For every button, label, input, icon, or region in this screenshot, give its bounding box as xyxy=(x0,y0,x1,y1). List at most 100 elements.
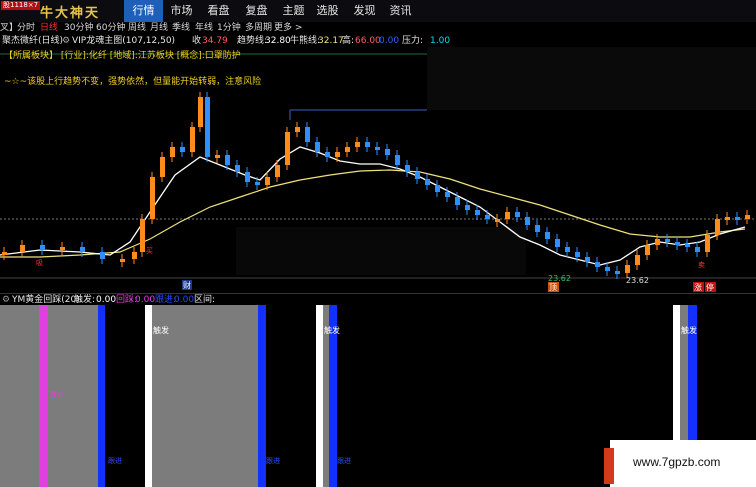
candle-body xyxy=(60,247,65,250)
marker-cai: 财 xyxy=(183,280,191,290)
candle-body xyxy=(355,142,360,147)
candle-body xyxy=(585,257,590,262)
candle-body xyxy=(495,219,500,222)
tab-news[interactable]: 资讯 xyxy=(381,0,420,22)
period-multi[interactable]: 多周期 xyxy=(245,22,272,35)
candle-body xyxy=(345,147,350,152)
tab-stock-picker[interactable]: 选股 xyxy=(308,0,347,22)
period-yearly[interactable]: 年线 xyxy=(195,22,213,35)
close-value: 34.79 xyxy=(202,36,228,46)
small-label-1: 建仓 xyxy=(50,390,64,399)
period-30min[interactable]: 30分钟 xyxy=(64,22,93,35)
candle-body xyxy=(725,217,730,220)
dark-overlay xyxy=(236,227,526,275)
candle-body xyxy=(695,247,700,252)
tab-discover[interactable]: 发现 xyxy=(345,0,384,22)
logo-tag: 股1118×7 xyxy=(1,1,41,10)
indicator-name[interactable]: VIP龙魂主图(107,12,50) xyxy=(72,35,175,47)
trigger-bar-1 xyxy=(145,305,152,487)
candle-body xyxy=(675,242,680,245)
candle-body xyxy=(665,239,670,242)
candle-body xyxy=(635,255,640,265)
bull-value: 32.17 xyxy=(318,36,344,46)
candle-body xyxy=(745,215,750,219)
marker-ting: 停 xyxy=(706,282,714,292)
candle-body xyxy=(505,212,510,219)
trend-label: 趋势线: xyxy=(237,36,268,46)
high-value: 66.00 xyxy=(355,36,381,46)
candle-body xyxy=(645,245,650,255)
period-prefix: 叉】 xyxy=(0,23,19,33)
candle-body xyxy=(160,157,165,177)
candle-body xyxy=(365,142,370,147)
trigger-bar-2 xyxy=(316,305,323,487)
candle-body xyxy=(715,219,720,235)
watermark-logo-icon xyxy=(604,448,614,484)
candle-body xyxy=(385,149,390,155)
trigger-text-1: 触发 xyxy=(153,325,169,335)
candle-body xyxy=(485,215,490,219)
candle-body xyxy=(225,155,230,165)
candle-body xyxy=(190,127,195,152)
marker-zhang: 涨 xyxy=(694,282,702,292)
bull-label: 牛熊线: xyxy=(290,36,321,46)
period-more[interactable]: 更多 > xyxy=(274,22,302,35)
top-menu-bar: 股1118×7 牛大神天 行情 市场 看盘 复盘 主题 选股 发现 资讯 xyxy=(0,0,756,23)
candle-body xyxy=(525,217,530,225)
candle-body xyxy=(515,212,520,217)
candle-body xyxy=(140,219,145,252)
candle-body xyxy=(705,235,710,252)
tab-market-quotes[interactable]: 行情 xyxy=(124,0,163,22)
candle-body xyxy=(335,152,340,157)
candle-body xyxy=(20,245,25,252)
candle-body xyxy=(465,205,470,210)
period-bar: 叉】 分时 日线 30分钟 60分钟 周线 月线 季线 年线 1分钟 多周期 更… xyxy=(0,22,756,35)
candle-body xyxy=(315,142,320,152)
candle-body xyxy=(595,262,600,267)
period-60min[interactable]: 60分钟 xyxy=(96,22,125,35)
pullback-bar xyxy=(39,305,48,487)
candle-body xyxy=(198,97,203,127)
candle-body xyxy=(120,259,125,262)
follow-bar-1 xyxy=(98,305,105,487)
candle-body xyxy=(545,232,550,239)
candle-body xyxy=(395,155,400,165)
gear-icon[interactable]: ⚙ xyxy=(62,35,70,47)
candle-body xyxy=(655,239,660,245)
pressure-value: 1.00 xyxy=(430,36,451,46)
candle-body xyxy=(325,152,330,157)
period-1min[interactable]: 1分钟 xyxy=(217,22,241,35)
candle-body xyxy=(565,247,570,252)
period-monthly[interactable]: 月线 xyxy=(150,22,168,35)
candle-body xyxy=(555,239,560,247)
sector-tags: 【所属板块】 [行业]:化纤 [地域]:江苏板块 [概念]:口罩防护 xyxy=(4,49,241,61)
candle-body xyxy=(455,197,460,205)
price-label-low-1: 23.62 xyxy=(548,274,571,283)
candle-body xyxy=(100,252,105,259)
candle-body xyxy=(170,147,175,157)
candle-body xyxy=(415,172,420,179)
tab-watch[interactable]: 看盘 xyxy=(199,0,238,22)
candlestick-chart[interactable]: 【所属板块】 [行业]:化纤 [地域]:江苏板块 [概念]:口罩防护 ~☆~该股… xyxy=(0,47,756,293)
candle-body xyxy=(735,217,740,220)
candle-body xyxy=(405,165,410,172)
candle-body xyxy=(235,165,240,172)
candle-body xyxy=(2,252,7,255)
candle-body xyxy=(535,225,540,232)
price-label-low-2: 23.62 xyxy=(626,276,649,285)
period-daily[interactable]: 日线 xyxy=(40,22,58,35)
candle-body xyxy=(132,252,137,259)
candle-body xyxy=(285,132,290,165)
tab-market[interactable]: 市场 xyxy=(162,0,201,22)
logo-text: 牛大神天 xyxy=(40,6,101,21)
high-label: 高: xyxy=(342,36,355,46)
candle-body xyxy=(685,244,690,247)
trigger-text-3: 触发 xyxy=(681,325,697,335)
candle-body xyxy=(80,247,85,252)
period-quarterly[interactable]: 季线 xyxy=(172,22,190,35)
app-logo: 股1118×7 牛大神天 xyxy=(0,0,118,22)
tab-review[interactable]: 复盘 xyxy=(237,0,276,22)
candle-body xyxy=(255,182,260,185)
period-weekly[interactable]: 周线 xyxy=(128,22,146,35)
period-intraday[interactable]: 分时 xyxy=(17,22,35,35)
